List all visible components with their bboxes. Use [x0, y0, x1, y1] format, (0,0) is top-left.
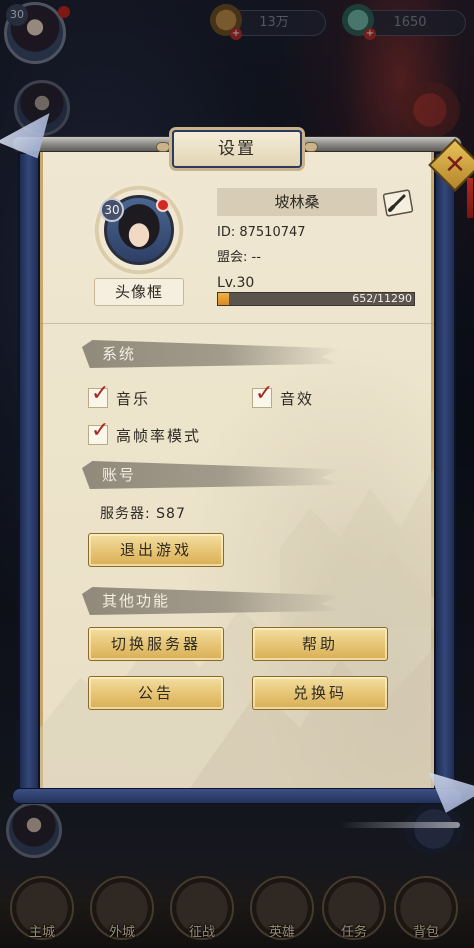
tassel-decoration [467, 178, 473, 218]
profile-level-badge: 30 [100, 198, 124, 222]
server-label: 服务器: S87 [100, 506, 186, 522]
settings-dialog: 设置 ✕ 30 头像框 坡林桑 ID: 87510747 盟会: -- Lv.3… [12, 128, 474, 808]
checkmark-icon: ✓ [255, 381, 274, 406]
plaque-right-knob [304, 142, 318, 152]
avatar-notification-dot [156, 198, 170, 212]
scroll-right-edge [434, 152, 456, 792]
sound-effects-checkbox[interactable]: ✓ [252, 381, 273, 408]
profile-divider [40, 323, 434, 324]
exp-progress-bar: 652/11290 [217, 292, 415, 306]
announcement-button[interactable]: 公告 [88, 676, 224, 710]
sound-effects-label: 音效 [280, 390, 315, 408]
scroll-left-edge [18, 152, 40, 792]
brush-edit-icon [382, 189, 414, 217]
player-id: ID: 87510747 [217, 225, 306, 240]
avatar-frame-button[interactable]: 头像框 [94, 278, 184, 306]
player-alliance: 盟会: -- [217, 250, 261, 265]
redeem-code-button[interactable]: 兑换码 [252, 676, 388, 710]
exp-progress-text: 652/11290 [352, 292, 412, 305]
checkmark-icon: ✓ [91, 418, 110, 443]
plaque-left-knob [156, 142, 170, 152]
player-level: Lv.30 [217, 275, 255, 291]
help-button[interactable]: 帮助 [252, 627, 388, 661]
dialog-title: 设置 [172, 130, 302, 168]
music-checkbox[interactable]: ✓ [88, 381, 109, 408]
close-x-icon: ✕ [444, 150, 466, 180]
music-label: 音乐 [116, 390, 151, 408]
checkmark-icon: ✓ [91, 381, 110, 406]
logout-button[interactable]: 退出游戏 [88, 533, 224, 567]
switch-server-button[interactable]: 切换服务器 [88, 627, 224, 661]
high-framerate-label: 高帧率模式 [116, 427, 202, 445]
exp-progress-fill [218, 293, 230, 305]
high-framerate-checkbox[interactable]: ✓ [88, 418, 109, 445]
player-name: 坡林桑 [217, 188, 377, 216]
edit-name-button[interactable] [382, 186, 414, 218]
scroll-bottom-rod [12, 788, 462, 804]
